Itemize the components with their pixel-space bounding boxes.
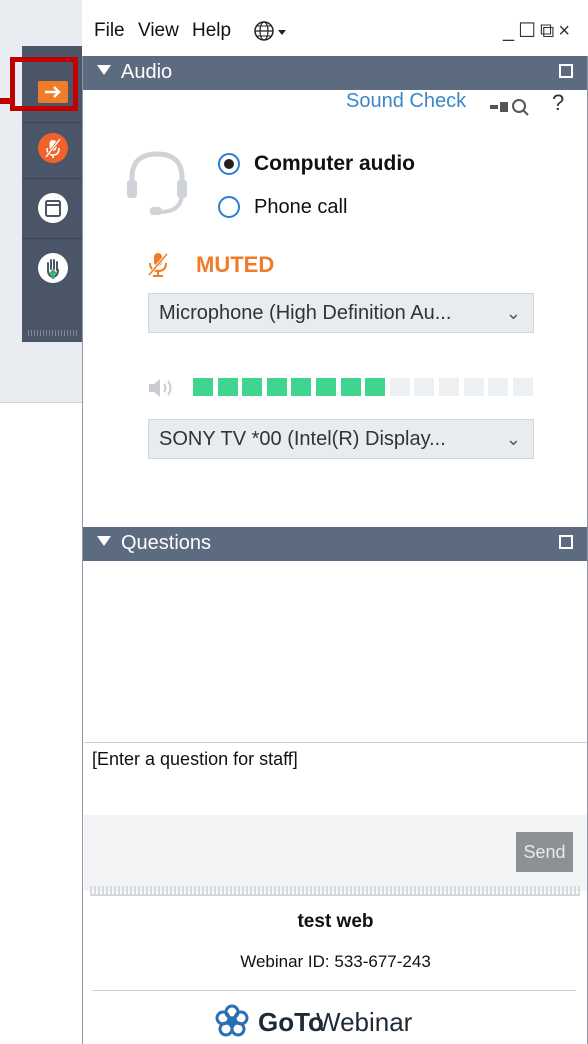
speaker-icon xyxy=(149,379,172,397)
window-controls[interactable]: _☐⧉× xyxy=(503,18,574,43)
toolbar-grip[interactable] xyxy=(28,330,78,336)
sound-check-link[interactable]: Sound Check xyxy=(346,90,466,113)
meter-segment xyxy=(266,378,287,396)
meter-segment xyxy=(365,378,386,396)
webinar-title: test web xyxy=(297,911,374,932)
collapse-triangle-icon[interactable] xyxy=(97,536,111,546)
splitter-handle[interactable] xyxy=(90,886,580,896)
muted-status-label: MUTED xyxy=(196,252,275,277)
speaker-select-value: SONY TV *00 (Intel(R) Display... xyxy=(159,428,446,450)
meter-segment xyxy=(340,378,361,396)
meter-segment xyxy=(463,378,484,396)
questions-header-label: Questions xyxy=(121,532,212,554)
logo-text-light: Webinar xyxy=(316,1007,413,1037)
menu-bar: File View Help _☐⧉× xyxy=(82,0,588,56)
mute-microphone-button[interactable] xyxy=(22,118,84,179)
meter-segment xyxy=(242,378,263,396)
menu-file[interactable]: File xyxy=(94,20,125,42)
computer-audio-radio[interactable] xyxy=(218,153,240,175)
microphone-muted-icon xyxy=(38,133,68,163)
highlight-annotation xyxy=(10,57,78,111)
phone-call-radio[interactable] xyxy=(218,196,240,218)
meter-segment xyxy=(488,378,509,396)
popout-icon[interactable] xyxy=(559,535,573,549)
meter-segment xyxy=(414,378,435,396)
collapse-triangle-icon[interactable] xyxy=(97,65,111,75)
footer-divider xyxy=(92,990,576,991)
phone-call-label[interactable]: Phone call xyxy=(254,196,347,219)
question-input[interactable]: [Enter a question for staff] xyxy=(84,742,587,816)
logo-text-bold: GoTo xyxy=(258,1007,324,1037)
chevron-down-icon: ⌄ xyxy=(505,303,521,323)
question-input-area xyxy=(84,815,587,891)
webinar-id: Webinar ID: 533-677-243 xyxy=(240,952,431,971)
computer-audio-label[interactable]: Computer audio xyxy=(254,152,415,176)
questions-section-header[interactable]: Questions xyxy=(83,527,587,561)
menu-help[interactable]: Help xyxy=(192,20,231,42)
question-input-placeholder: [Enter a question for staff] xyxy=(92,749,298,769)
meter-segment xyxy=(193,378,213,396)
screen-viewer-button[interactable] xyxy=(22,178,84,239)
hand-icon xyxy=(38,253,68,283)
microphone-muted-icon xyxy=(147,253,169,277)
meter-segment xyxy=(217,378,238,396)
audio-settings-icon[interactable] xyxy=(488,94,534,116)
audio-header-label: Audio xyxy=(121,61,173,83)
meter-segment xyxy=(439,378,459,396)
microphone-select[interactable]: Microphone (High Definition Au... ⌄ xyxy=(148,293,534,333)
questions-log xyxy=(84,562,587,742)
globe-icon[interactable] xyxy=(254,20,290,42)
meter-segment xyxy=(389,378,410,396)
chevron-down-icon: ⌄ xyxy=(505,429,521,449)
flower-logo-icon xyxy=(215,1004,249,1037)
speaker-select[interactable]: SONY TV *00 (Intel(R) Display... ⌄ xyxy=(148,419,534,459)
raise-hand-button[interactable] xyxy=(22,238,84,298)
audio-section-header[interactable]: Audio xyxy=(83,56,587,90)
help-icon[interactable]: ? xyxy=(552,90,564,116)
popout-icon[interactable] xyxy=(559,64,573,78)
meter-segment xyxy=(316,378,336,396)
window-icon xyxy=(38,193,68,223)
microphone-select-value: Microphone (High Definition Au... xyxy=(159,302,452,324)
meter-segment xyxy=(291,378,312,396)
meter-segment xyxy=(512,378,533,396)
headset-icon xyxy=(127,151,187,215)
highlight-pointer-line xyxy=(0,98,12,104)
send-button[interactable]: Send xyxy=(516,832,573,872)
menu-view[interactable]: View xyxy=(138,20,179,42)
